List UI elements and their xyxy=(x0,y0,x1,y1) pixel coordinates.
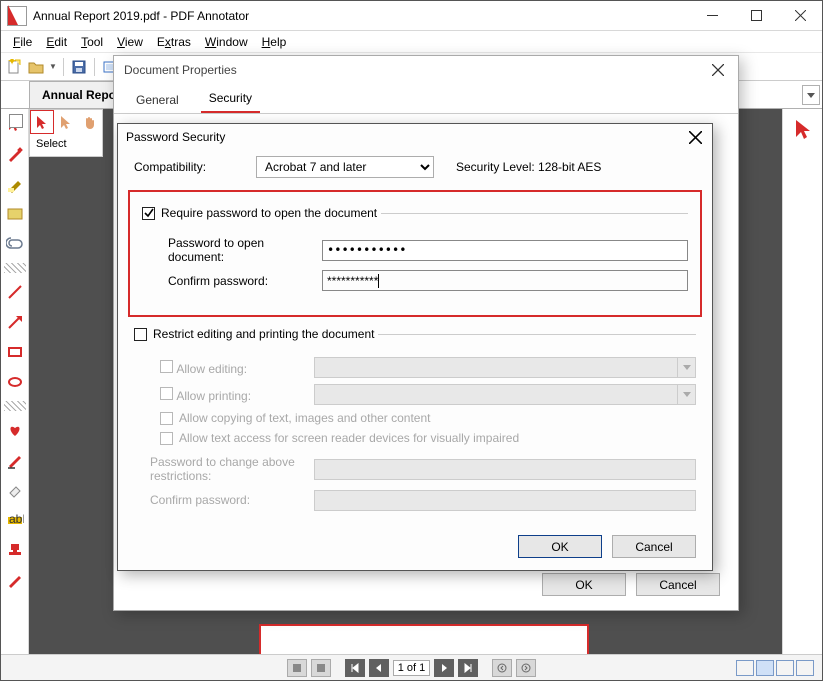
nav-fwd-button[interactable] xyxy=(516,659,536,677)
status-bar: 1 of 1 xyxy=(1,654,822,680)
menu-window[interactable]: Window xyxy=(199,33,254,51)
menu-help[interactable]: Help xyxy=(256,33,293,51)
separator-icon xyxy=(4,401,26,411)
eraser-tool-icon[interactable] xyxy=(4,479,26,501)
lasso-tool-icon[interactable] xyxy=(54,110,78,134)
compat-label: Compatibility: xyxy=(134,160,244,174)
open-dropdown-icon[interactable]: ▼ xyxy=(49,62,57,71)
open-pw-label: Password to open document: xyxy=(142,236,322,264)
first-page-button[interactable] xyxy=(345,659,365,677)
check-pen-icon[interactable] xyxy=(4,569,26,591)
save-icon[interactable] xyxy=(70,58,88,76)
props-ok-button[interactable]: OK xyxy=(542,573,626,596)
sec-close-icon[interactable] xyxy=(686,128,704,146)
menu-bar: File Edit Tool View Extras Window Help xyxy=(1,31,822,53)
restrict-checkbox[interactable] xyxy=(134,328,147,341)
props-close-icon[interactable] xyxy=(708,60,728,80)
security-level-label: Security Level: 128-bit AES xyxy=(456,160,601,174)
allow-printing-checkbox xyxy=(160,387,173,400)
ellipse-tool-icon[interactable] xyxy=(4,371,26,393)
view-mode-1-icon[interactable] xyxy=(736,660,754,676)
confirm2-password-input xyxy=(314,490,696,511)
prev-page-button[interactable] xyxy=(369,659,389,677)
pdf-page xyxy=(259,624,589,654)
pen-tool-icon[interactable] xyxy=(4,143,26,165)
marker-tool-icon[interactable] xyxy=(4,173,26,195)
attachment-tool-icon[interactable] xyxy=(4,233,26,255)
stamp-tool-icon[interactable] xyxy=(4,539,26,561)
svg-text:✦: ✦ xyxy=(7,59,17,68)
select-tool-panel: Select xyxy=(29,109,103,157)
right-toolbar xyxy=(782,109,822,654)
menu-tool[interactable]: Tool xyxy=(75,33,109,51)
stamp-heart-icon[interactable] xyxy=(4,419,26,441)
view-mode-3-icon[interactable] xyxy=(776,660,794,676)
left-toolbar: abI xyxy=(1,109,29,654)
menu-view[interactable]: View xyxy=(111,33,149,51)
window-title: Annual Report 2019.pdf - PDF Annotator xyxy=(33,9,690,23)
props-title: Document Properties xyxy=(124,63,237,77)
close-button[interactable] xyxy=(778,1,822,31)
nav-back-button[interactable] xyxy=(492,659,512,677)
view-mode-2-icon[interactable] xyxy=(756,660,774,676)
allow-screenreader-checkbox xyxy=(160,432,173,445)
confirm-pw-label: Confirm password: xyxy=(142,274,322,288)
thumb1-icon[interactable] xyxy=(287,659,307,677)
new-doc-icon[interactable]: ✦ xyxy=(5,58,23,76)
arrow-tool-icon[interactable] xyxy=(4,311,26,333)
view-mode-4-icon[interactable] xyxy=(796,660,814,676)
minimize-button[interactable] xyxy=(690,1,734,31)
page-indicator[interactable]: 1 of 1 xyxy=(393,660,431,676)
sec-cancel-button[interactable]: Cancel xyxy=(612,535,696,558)
confirm2-pw-label: Confirm password: xyxy=(134,493,314,507)
allow-editing-select xyxy=(314,357,696,378)
tab-security[interactable]: Security xyxy=(201,85,260,113)
select-cursor-icon[interactable] xyxy=(30,110,54,134)
confirm-password-input[interactable]: *********** xyxy=(322,270,688,291)
tab-dropdown-icon[interactable] xyxy=(802,85,820,105)
menu-file[interactable]: File xyxy=(7,33,38,51)
require-open-label: Require password to open the document xyxy=(161,206,377,220)
right-cursor-icon[interactable] xyxy=(791,117,815,141)
tab-general[interactable]: General xyxy=(128,87,187,113)
thumb2-icon[interactable] xyxy=(311,659,331,677)
line-tool-icon[interactable] xyxy=(4,281,26,303)
allow-printing-select xyxy=(314,384,696,405)
maximize-button[interactable] xyxy=(734,1,778,31)
title-bar: Annual Report 2019.pdf - PDF Annotator xyxy=(1,1,822,31)
password-security-dialog: Password Security Compatibility: Acrobat… xyxy=(117,123,713,571)
allow-editing-label: Allow editing: xyxy=(176,362,247,376)
hand-tool-icon[interactable] xyxy=(78,110,102,134)
rect-tool-icon[interactable] xyxy=(4,341,26,363)
change-password-input xyxy=(314,459,696,480)
select-label: Select xyxy=(30,134,102,154)
sec-ok-button[interactable]: OK xyxy=(518,535,602,558)
allow-screenreader-label: Allow text access for screen reader devi… xyxy=(179,431,519,445)
panel-checkbox[interactable] xyxy=(9,114,23,128)
change-pw-label: Password to change above restrictions: xyxy=(134,455,314,484)
sec-title: Password Security xyxy=(126,130,225,144)
app-logo-icon xyxy=(7,6,27,26)
allow-printing-label: Allow printing: xyxy=(176,389,251,403)
next-page-button[interactable] xyxy=(434,659,454,677)
restrict-label: Restrict editing and printing the docume… xyxy=(153,327,374,341)
allow-editing-checkbox xyxy=(160,360,173,373)
allow-copy-checkbox xyxy=(160,412,173,425)
menu-extras[interactable]: Extras xyxy=(151,33,197,51)
text-tool-icon[interactable] xyxy=(4,203,26,225)
menu-edit[interactable]: Edit xyxy=(40,33,73,51)
last-page-button[interactable] xyxy=(458,659,478,677)
eraser-pen-icon[interactable] xyxy=(4,449,26,471)
require-open-checkbox[interactable] xyxy=(142,207,155,220)
allow-copy-label: Allow copying of text, images and other … xyxy=(179,411,430,425)
text-highlight-icon[interactable]: abI xyxy=(4,509,26,531)
open-folder-icon[interactable] xyxy=(27,58,45,76)
open-password-input[interactable] xyxy=(322,240,688,261)
svg-text:abI: abI xyxy=(9,512,24,526)
props-cancel-button[interactable]: Cancel xyxy=(636,573,720,596)
compat-select[interactable]: Acrobat 7 and later xyxy=(256,156,434,178)
separator-icon xyxy=(4,263,26,273)
